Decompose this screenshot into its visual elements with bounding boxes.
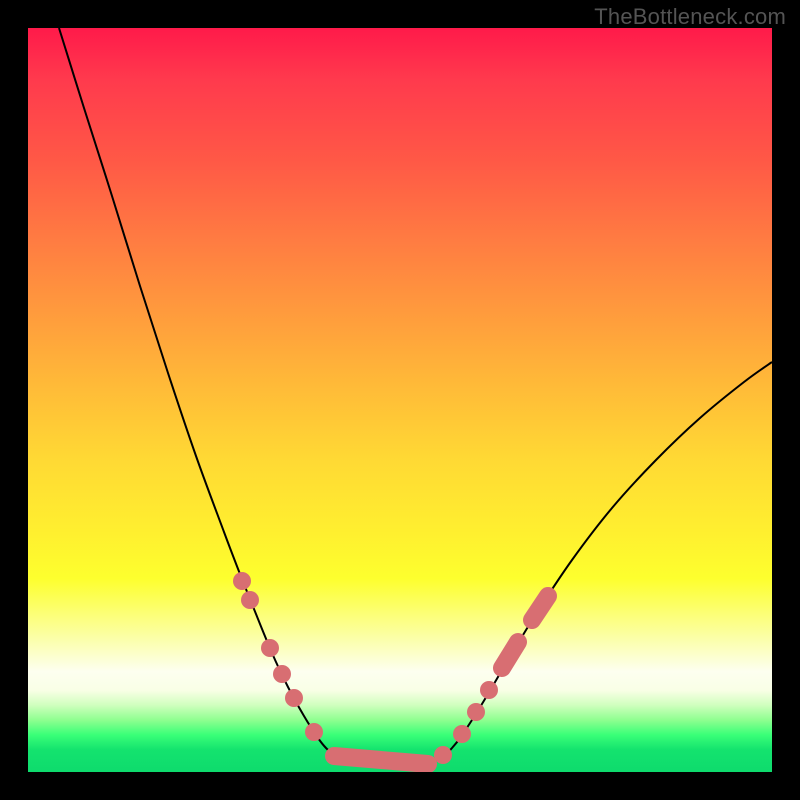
curve-path <box>59 28 772 766</box>
chart-plot <box>28 28 772 772</box>
marker-dot <box>467 703 485 721</box>
chart-frame <box>28 28 772 772</box>
curve-markers <box>233 572 548 764</box>
marker-dot <box>305 723 323 741</box>
marker-dot <box>453 725 471 743</box>
watermark-text: TheBottleneck.com <box>594 4 786 30</box>
marker-pill <box>334 756 428 764</box>
bottleneck-curve <box>59 28 772 766</box>
marker-dot <box>285 689 303 707</box>
marker-dot <box>480 681 498 699</box>
marker-dot <box>233 572 251 590</box>
marker-dot <box>434 746 452 764</box>
marker-dot <box>273 665 291 683</box>
marker-dot <box>261 639 279 657</box>
marker-dot <box>241 591 259 609</box>
marker-pill <box>532 596 548 620</box>
marker-pill <box>502 642 518 668</box>
